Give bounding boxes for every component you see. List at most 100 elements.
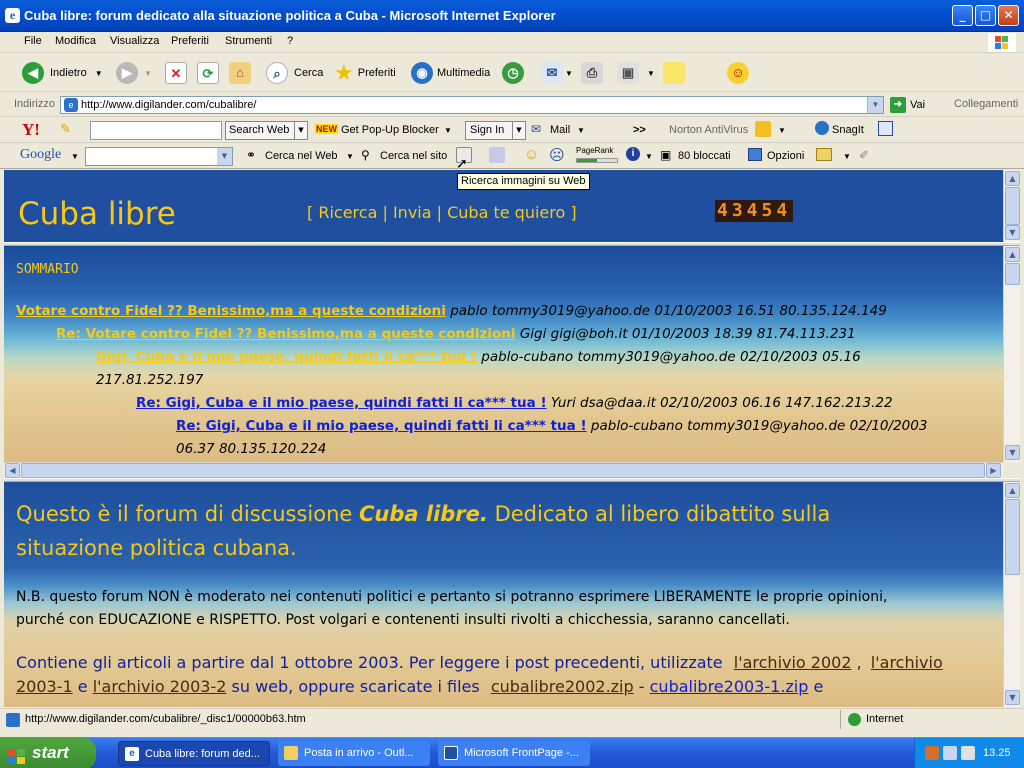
multimedia-button[interactable]: ◉ Multimedia [411, 60, 490, 86]
yahoo-search-input[interactable] [90, 121, 222, 140]
scroll-down-button[interactable]: ▼ [1005, 690, 1020, 705]
norton-icon[interactable] [755, 121, 771, 137]
search-button[interactable]: ⌕ Cerca [266, 60, 323, 86]
pencil-icon[interactable]: ✎ [60, 121, 71, 137]
nav-ricerca-link[interactable]: Ricerca [318, 203, 377, 222]
scroll-thumb[interactable] [1005, 263, 1020, 285]
favorites-button[interactable]: ★ Preferiti [334, 60, 396, 86]
summary-scrollbar[interactable]: ▲ ▼ [1003, 246, 1020, 462]
menu-help[interactable]: ? [287, 35, 293, 47]
archive-2002-link[interactable]: l'archivio 2002 [734, 653, 852, 672]
back-button[interactable]: ◀ Indietro ▼ [22, 60, 103, 86]
monitor-icon[interactable] [961, 746, 975, 760]
popup-blocker-button[interactable]: Get Pop-Up Blocker [341, 124, 439, 136]
network-icon[interactable] [943, 746, 957, 760]
scroll-right-button[interactable]: ▶ [986, 463, 1001, 478]
google-logo[interactable]: Google [20, 147, 61, 163]
task-ie[interactable]: e Cuba libre: forum ded... [118, 741, 270, 766]
post-link[interactable]: Re: Gigi, Cuba e il mio paese, quindi fa… [176, 418, 587, 434]
menu-preferiti[interactable]: Preferiti [171, 35, 209, 47]
scroll-up-button[interactable]: ▲ [1005, 171, 1020, 186]
nav-invia-link[interactable]: Invia [393, 203, 432, 222]
print-button[interactable]: ⎙ [581, 60, 603, 86]
menu-file[interactable]: File [24, 35, 42, 47]
nav-cuba-te-quiero-link[interactable]: Cuba te quiero [447, 203, 565, 222]
scroll-up-button[interactable]: ▲ [1005, 483, 1020, 498]
mail-button[interactable]: ✉ ▼ [541, 60, 573, 86]
clock[interactable]: 13.25 [983, 747, 1011, 759]
post-link[interactable]: Re: Votare contro Fidel ?? Benissimo,ma … [56, 326, 516, 342]
info-icon[interactable]: i [626, 147, 640, 161]
snagit-button[interactable]: SnagIt [832, 124, 864, 136]
archive-2003-2-link[interactable]: l'archivio 2003-2 [93, 677, 227, 696]
zip-2003-1-link[interactable]: cubalibre2003-1.zip [650, 677, 809, 696]
zip-2002-link[interactable]: cubalibre2002.zip [491, 677, 634, 696]
scroll-up-button[interactable]: ▲ [1005, 247, 1020, 262]
stop-button[interactable]: ✕ [165, 60, 187, 86]
yahoo-logo[interactable]: Y! [22, 120, 40, 140]
edit-button[interactable]: ▣ ▼ [617, 60, 655, 86]
main-scrollbar[interactable]: ▲ ▼ [1003, 482, 1020, 707]
notes-button[interactable] [663, 60, 685, 86]
menu-strumenti[interactable]: Strumenti [225, 35, 272, 47]
capture-icon[interactable] [878, 121, 893, 136]
horizontal-scrollbar[interactable]: ◀ ▶ [4, 462, 1003, 478]
menu-modifica[interactable]: Modifica [55, 35, 96, 47]
close-button[interactable]: ✕ [998, 5, 1019, 26]
menu-visualizza[interactable]: Visualizza [110, 35, 159, 47]
post-link[interactable]: Gigi, Cuba e il mio paese, quindi fatti … [96, 349, 477, 365]
search-site-button[interactable]: Cerca nel sito [380, 150, 447, 162]
links-label[interactable]: Collegamenti [954, 98, 1018, 110]
frown-icon[interactable]: ☹ [549, 146, 565, 164]
blocked-popups-button[interactable]: 80 bloccati [678, 150, 731, 162]
folder-icon[interactable] [816, 148, 832, 161]
yahoo-search-web-button[interactable]: Search Web ▼ [225, 121, 308, 140]
smiley-icon[interactable]: ☺ [524, 146, 539, 163]
address-dropdown-button[interactable]: ▼ [867, 97, 883, 113]
users-icon[interactable] [925, 746, 939, 760]
chevron-down-icon[interactable]: ▼ [346, 152, 354, 161]
pagerank-indicator[interactable]: PageRank [576, 146, 620, 166]
options-button[interactable]: Opzioni [767, 150, 804, 162]
chevron-down-icon[interactable]: ▼ [843, 152, 851, 161]
chevron-down-icon[interactable]: ▼ [95, 69, 103, 78]
chevron-down-icon[interactable]: ▼ [444, 126, 452, 135]
highlighter-icon[interactable]: ✐ [859, 148, 869, 162]
forward-button[interactable]: ▶ ▼ [116, 60, 152, 86]
chevron-down-icon[interactable]: ▼ [71, 152, 79, 161]
chevron-down-icon[interactable]: ▼ [577, 126, 585, 135]
scroll-thumb[interactable] [1005, 187, 1020, 225]
yahoo-mail-button[interactable]: Mail [550, 124, 570, 136]
post-link[interactable]: Re: Gigi, Cuba e il mio paese, quindi fa… [136, 395, 547, 411]
h-scroll-thumb[interactable] [21, 463, 985, 478]
scroll-down-button[interactable]: ▼ [1005, 445, 1020, 460]
home-button[interactable]: ⌂ [229, 60, 251, 86]
scroll-down-button[interactable]: ▼ [1005, 225, 1020, 240]
chevron-down-icon[interactable]: ▼ [144, 69, 152, 78]
maximize-button[interactable]: □ [975, 5, 996, 26]
refresh-button[interactable]: ⟳ [197, 60, 219, 86]
history-button[interactable]: ◷ [502, 60, 524, 86]
messenger-button[interactable]: ☺ [727, 60, 749, 86]
google-search-input[interactable]: ▼ [85, 147, 233, 166]
header-scrollbar[interactable]: ▲ ▼ [1003, 170, 1020, 242]
norton-antivirus-button[interactable]: Norton AntiVirus [669, 124, 748, 136]
scroll-thumb[interactable] [1005, 499, 1020, 575]
archive-2003-1-link[interactable]: l'archivio [871, 653, 943, 672]
scroll-left-button[interactable]: ◀ [5, 463, 20, 478]
chevron-down-icon[interactable]: ▼ [778, 126, 786, 135]
archive-2003-1-link[interactable]: 2003-1 [16, 677, 73, 696]
address-input[interactable]: e http://www.digilander.com/cubalibre/ ▼ [60, 96, 884, 114]
title-bar[interactable]: e Cuba libre: forum dedicato alla situaz… [0, 0, 1024, 32]
more-chevrons-button[interactable]: >> [633, 124, 646, 136]
sign-in-button[interactable]: Sign In ▼ [465, 121, 526, 140]
minimize-button[interactable]: _ [952, 5, 973, 26]
search-web-button[interactable]: Cerca nel Web [265, 150, 338, 162]
task-frontpage[interactable]: Microsoft FrontPage -... [438, 741, 590, 766]
task-outlook[interactable]: Posta in arrivo - Outl... [278, 741, 430, 766]
post-link[interactable]: Votare contro Fidel ?? Benissimo,ma a qu… [16, 303, 446, 319]
go-button[interactable]: ➜ Vai [890, 95, 925, 115]
news-icon[interactable] [489, 147, 505, 163]
start-button[interactable]: start [0, 738, 96, 768]
chevron-down-icon[interactable]: ▼ [645, 152, 653, 161]
